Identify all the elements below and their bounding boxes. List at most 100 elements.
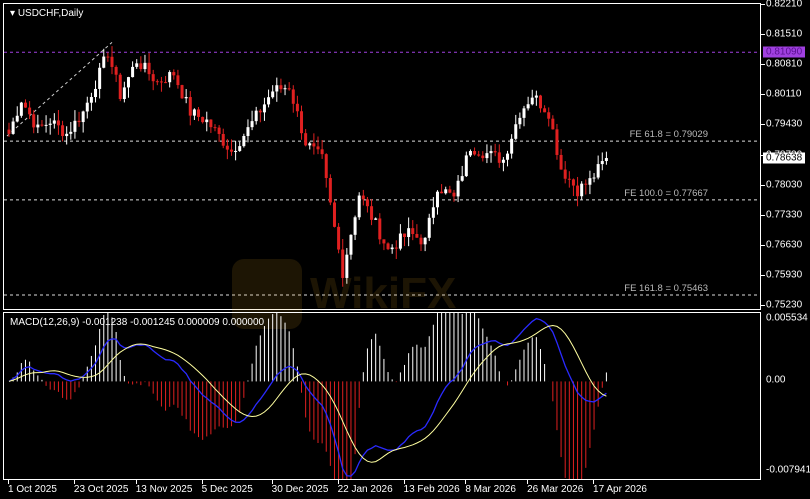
price-axis-label: 0.82210 xyxy=(766,0,802,10)
candle-body xyxy=(98,68,101,89)
candle-body xyxy=(115,67,118,75)
price-axis-label: 0.78030 xyxy=(766,179,802,190)
candle-body xyxy=(185,97,188,98)
candle-body xyxy=(580,184,583,197)
candle-body xyxy=(601,161,604,164)
candle-body xyxy=(407,228,410,237)
candle-body xyxy=(588,178,591,185)
date-axis-label: 1 Oct 2025 xyxy=(8,484,57,495)
date-axis-label: 17 Apr 2026 xyxy=(593,484,647,495)
date-tick xyxy=(338,480,339,484)
candle-body xyxy=(131,67,134,77)
candle-body xyxy=(469,151,472,155)
candle-body xyxy=(267,97,270,104)
price-axis-label: 0.80110 xyxy=(766,89,801,100)
candle-body xyxy=(148,63,151,74)
candle-body xyxy=(61,125,64,136)
candle-body xyxy=(160,81,163,82)
candle-body xyxy=(597,164,600,177)
candle-body xyxy=(337,227,340,250)
candle-body xyxy=(358,196,361,218)
candle-body xyxy=(325,154,328,178)
candle-body xyxy=(263,104,266,112)
candle-body xyxy=(49,124,52,125)
candle-body xyxy=(329,178,332,202)
candle-body xyxy=(123,87,126,99)
candle-body xyxy=(395,248,398,249)
candle-body xyxy=(321,149,324,154)
fe-level-label: FE 100.0 = 0.77667 xyxy=(624,188,708,199)
candle-body xyxy=(523,108,526,118)
candle-body xyxy=(90,97,93,103)
axis-tick xyxy=(761,94,765,95)
chart-title: ▾ USDCHF,Daily xyxy=(10,8,83,19)
candle-body xyxy=(32,114,35,127)
candle-body xyxy=(572,179,575,185)
candle-body xyxy=(181,85,184,98)
candle-body xyxy=(279,85,282,89)
fe-level-label: FE 61.8 = 0.79029 xyxy=(630,129,708,140)
candle-body xyxy=(226,146,229,150)
candle-body xyxy=(403,234,406,237)
candle-body xyxy=(251,121,254,127)
candle-body xyxy=(255,111,258,121)
candle-body xyxy=(172,72,175,75)
candle-body xyxy=(238,146,241,151)
price-axis-label: 0.75230 xyxy=(766,300,802,311)
candle-body xyxy=(444,189,447,193)
candle-body xyxy=(531,98,534,105)
candle-body xyxy=(201,117,204,122)
candle-body xyxy=(259,111,262,113)
axis-tick xyxy=(761,305,765,306)
candle-body xyxy=(271,91,274,97)
candle-body xyxy=(222,134,225,146)
candle-body xyxy=(502,160,505,163)
candle-body xyxy=(209,120,212,128)
candle-body xyxy=(156,81,159,82)
macd-canvas xyxy=(4,313,760,479)
candle-body xyxy=(490,151,493,153)
date-tick xyxy=(593,480,594,484)
candle-body xyxy=(73,121,76,132)
candle-body xyxy=(234,151,237,152)
candle-body xyxy=(288,88,291,89)
symbol-timeframe: USDCHF,Daily xyxy=(18,8,84,19)
candle-body xyxy=(53,120,56,123)
candle-body xyxy=(28,108,31,115)
level-price-tag: 0.81090 xyxy=(763,47,805,58)
axis-tick xyxy=(761,34,765,35)
candle-body xyxy=(333,202,336,226)
date-tick xyxy=(527,480,528,484)
candle-body xyxy=(564,170,567,179)
candle-body xyxy=(218,128,221,134)
axis-tick xyxy=(761,185,765,186)
fe-level-label: FE 161.8 = 0.75463 xyxy=(624,283,708,294)
macd-axis-label: 0.00 xyxy=(766,375,785,386)
candle-body xyxy=(94,89,97,97)
macd-panel[interactable]: MACD(12,26,9) -0.001238 -0.001245 0.0000… xyxy=(3,312,761,480)
candle-body xyxy=(65,134,68,136)
price-chart-panel[interactable]: ▾ USDCHF,Daily WikiFX FE 61.8 = 0.79029F… xyxy=(3,3,761,310)
axis-tick xyxy=(761,215,765,216)
candle-body xyxy=(152,74,155,81)
date-tick xyxy=(404,480,405,484)
price-axis-label: 0.81510 xyxy=(766,29,802,40)
candle-body xyxy=(197,109,200,117)
candle-body xyxy=(205,120,208,123)
price-axis-label: 0.77330 xyxy=(766,209,802,220)
axis-tick xyxy=(761,124,765,125)
date-tick xyxy=(136,480,137,484)
date-axis-label: 13 Feb 2026 xyxy=(404,484,460,495)
candle-body xyxy=(296,104,299,111)
candle-body xyxy=(86,103,89,112)
candle-body xyxy=(424,238,427,244)
price-axis-label: 0.75930 xyxy=(766,269,802,280)
date-tick xyxy=(202,480,203,484)
date-tick xyxy=(74,480,75,484)
candle-body xyxy=(242,136,245,146)
candle-body xyxy=(420,238,423,245)
candle-body xyxy=(246,127,249,136)
candle-body xyxy=(568,179,571,180)
candle-body xyxy=(106,57,109,58)
candle-body xyxy=(45,125,48,126)
